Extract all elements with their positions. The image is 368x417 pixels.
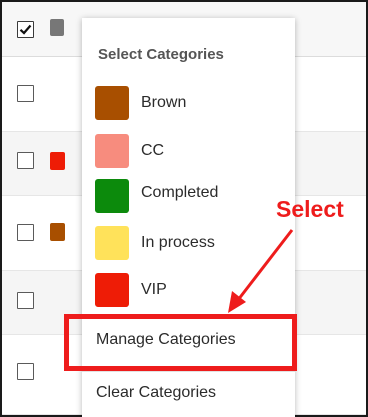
annotation-arrow-icon bbox=[228, 229, 294, 313]
